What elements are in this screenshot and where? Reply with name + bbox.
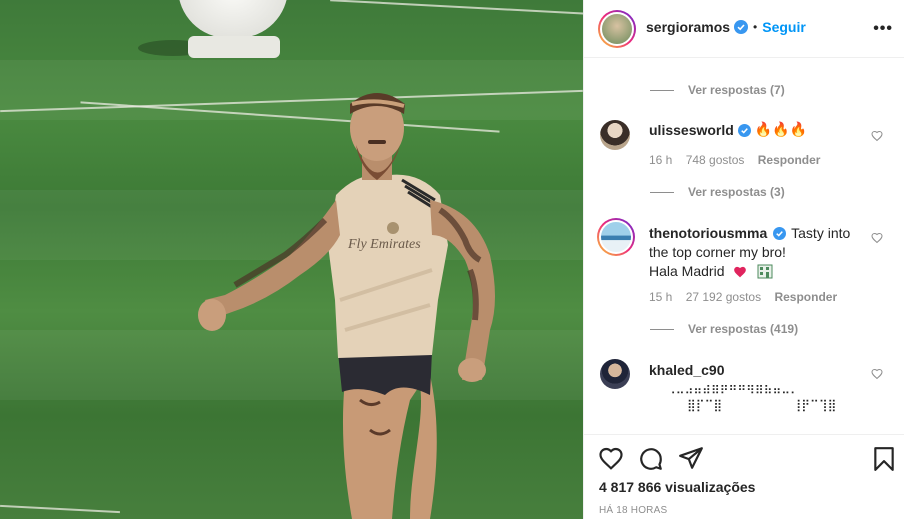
commenter-username[interactable]: ulissesworld — [649, 122, 734, 138]
follow-button[interactable]: Seguir — [762, 19, 806, 35]
share-paper-plane-icon[interactable] — [678, 446, 704, 470]
jersey-sponsor-text: Fly Emirates — [347, 237, 421, 252]
view-replies-link[interactable]: Ver respostas (3) — [650, 185, 785, 199]
video-player[interactable]: Fly Emirates — [0, 0, 583, 519]
building-emoji-icon — [757, 264, 773, 279]
comment-braille-line2: ⣿⡏⠉⣿⠀⠀⠀⠀⠀⠀⠀⠀⢸⡟⠉⢹⣿ — [687, 398, 837, 412]
more-options-icon[interactable]: ••• — [873, 20, 893, 38]
replies-dash — [650, 191, 674, 193]
comment-meta: 16 h 748 gostos Responder — [649, 153, 830, 167]
verified-badge-icon — [772, 227, 786, 240]
comment-likes[interactable]: 27 192 gostos — [686, 290, 761, 304]
reply-button[interactable]: Responder — [758, 153, 821, 167]
view-replies-label: Ver respostas (3) — [688, 185, 785, 199]
view-replies-link[interactable]: Ver respostas (7) — [650, 83, 785, 97]
side-panel: sergioramos • Seguir ••• Ver respostas (… — [583, 0, 904, 519]
like-comment-heart-icon[interactable] — [871, 368, 883, 380]
commenter-username[interactable]: khaled_c90 — [649, 362, 725, 378]
like-comment-heart-icon[interactable] — [871, 130, 883, 142]
view-count[interactable]: 4 817 866 visualizações — [599, 479, 755, 495]
reply-button[interactable]: Responder — [774, 290, 837, 304]
author-username[interactable]: sergioramos — [646, 19, 730, 35]
replies-dash — [650, 328, 674, 330]
comment-braille-line1: ⢀⣀⣠⣤⣴⣶⡶⠶⠶⢶⣶⣦⣤⣀⡀ — [667, 380, 799, 394]
commenter-avatar[interactable] — [600, 359, 630, 389]
post-timestamp[interactable]: HÁ 18 HORAS — [599, 505, 667, 516]
comment-time: 16 h — [649, 153, 673, 167]
red-heart-icon — [734, 266, 746, 278]
author-avatar[interactable] — [600, 12, 634, 46]
commenter-username[interactable]: thenotoriousmma — [649, 225, 767, 241]
comment-bubble-icon[interactable] — [638, 446, 664, 472]
post-actions: 4 817 866 visualizações HÁ 18 HORAS — [584, 434, 904, 519]
commenter-avatar[interactable] — [600, 120, 630, 150]
comment-text: 🔥🔥🔥 — [754, 122, 808, 138]
author-info: sergioramos • Seguir — [646, 19, 806, 35]
post-viewer: Fly Emirates sergioramos • Seguir ••• Ve… — [0, 0, 904, 519]
replies-dash — [650, 89, 674, 91]
comment-body: thenotoriousmma Tasty into the top corne… — [649, 224, 869, 281]
like-heart-icon[interactable] — [598, 446, 624, 470]
post-header: sergioramos • Seguir ••• — [584, 0, 904, 58]
commenter-avatar[interactable] — [599, 220, 633, 254]
comment-time: 15 h — [649, 290, 673, 304]
comment-meta: 15 h 27 192 gostos Responder — [649, 290, 847, 304]
comment-text-line1: Tasty into — [791, 225, 851, 241]
verified-badge-icon — [737, 123, 751, 137]
author-avatar-ring[interactable] — [598, 10, 636, 48]
commenter-avatar-ring[interactable] — [597, 218, 635, 256]
save-bookmark-icon[interactable] — [873, 446, 895, 472]
comments-list[interactable]: Ver respostas (7) ulissesworld 🔥🔥🔥 16 h — [584, 58, 904, 434]
view-replies-label: Ver respostas (419) — [688, 322, 799, 336]
comment-text-line3: Hala Madrid — [649, 263, 725, 279]
player-figure: Fly Emirates — [198, 93, 495, 519]
comment-text-line2: the top corner my bro! — [649, 244, 786, 260]
view-replies-link[interactable]: Ver respostas (419) — [650, 322, 798, 336]
clipped-comment-text — [650, 58, 830, 60]
like-comment-heart-icon[interactable] — [871, 232, 883, 244]
view-replies-label: Ver respostas (7) — [688, 83, 785, 97]
comment-likes[interactable]: 748 gostos — [686, 153, 745, 167]
verified-badge-icon — [734, 20, 749, 34]
separator-dot: • — [753, 20, 758, 34]
